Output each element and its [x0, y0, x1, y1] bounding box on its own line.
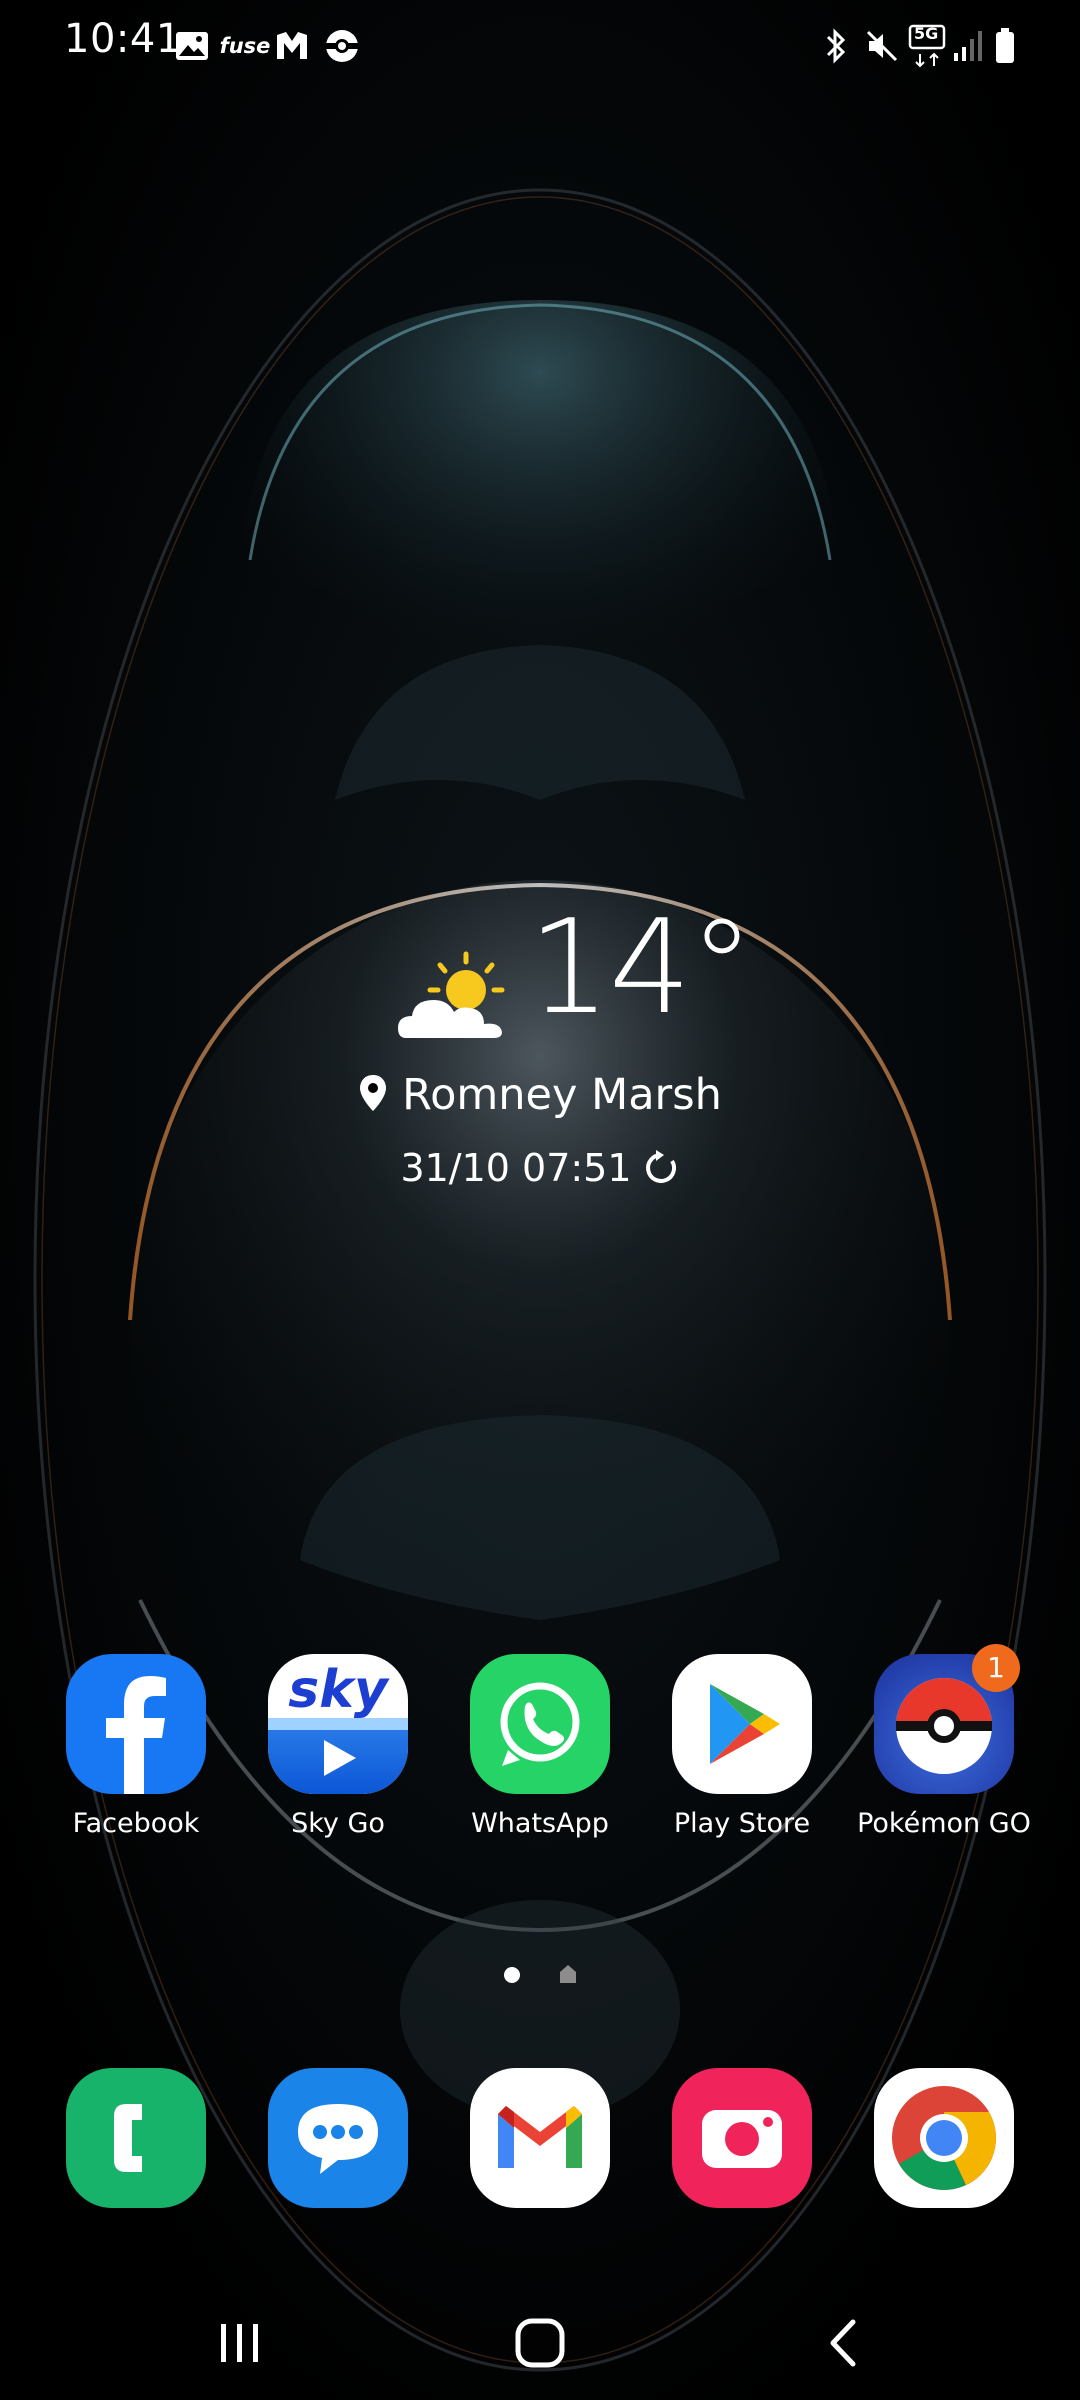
app-label: Sky Go	[291, 1808, 385, 1839]
whatsapp-icon	[470, 1654, 610, 1794]
weather-updated-row: 31/10 07:51	[0, 1146, 1080, 1190]
app-pokemon-go[interactable]: 1 Pokémon GO	[854, 1644, 1034, 1839]
app-facebook[interactable]: Facebook	[46, 1654, 226, 1839]
status-bar: 10:41 fuse 5G	[0, 0, 1080, 92]
chrome-icon	[874, 2068, 1014, 2208]
messages-icon	[268, 2068, 408, 2208]
app-play-store[interactable]: Play Store	[652, 1654, 832, 1839]
app-label: WhatsApp	[471, 1808, 609, 1839]
app-label: Pokémon GO	[857, 1808, 1031, 1839]
battery-icon	[990, 20, 1020, 72]
notification-badge: 1	[972, 1644, 1020, 1692]
pokeball-icon	[322, 20, 362, 72]
refresh-icon[interactable]	[642, 1149, 680, 1187]
gmail-icon	[470, 2068, 610, 2208]
app-label: Facebook	[72, 1808, 200, 1839]
dock-phone[interactable]	[46, 2068, 226, 2208]
5g-icon: 5G	[908, 20, 948, 72]
weather-location: Romney Marsh	[402, 1070, 722, 1120]
recents-button[interactable]	[200, 2308, 280, 2378]
status-time: 10:41	[64, 16, 182, 62]
fuse-app-icon: fuse	[219, 34, 271, 58]
page-indicator-current[interactable]	[504, 1967, 520, 1983]
dock-camera[interactable]	[652, 2068, 832, 2208]
gallery-icon	[174, 20, 210, 72]
app-label: Play Store	[673, 1808, 811, 1839]
app-whatsapp[interactable]: WhatsApp	[450, 1654, 630, 1839]
recents-icon	[221, 2324, 258, 2362]
weather-location-row: Romney Marsh	[0, 1070, 1080, 1120]
app-sky-go[interactable]: sky Sky Go	[248, 1654, 428, 1839]
play-store-icon	[672, 1654, 812, 1794]
weather-temperature: 14°	[528, 891, 754, 1043]
home-button[interactable]	[500, 2308, 580, 2378]
mute-icon	[864, 20, 900, 72]
facebook-icon	[66, 1654, 206, 1794]
camera-icon	[672, 2068, 812, 2208]
weather-updated-time: 31/10 07:51	[400, 1146, 632, 1190]
dock-gmail[interactable]	[450, 2068, 630, 2208]
signal-icon	[950, 20, 986, 72]
bluetooth-icon	[820, 20, 852, 72]
back-button[interactable]	[804, 2308, 884, 2378]
dock-chrome[interactable]	[854, 2068, 1034, 2208]
weather-widget[interactable]: 14° Romney Marsh 31/10 07:51	[0, 902, 1080, 1220]
navigation-bar	[0, 2280, 1080, 2400]
page-indicator-home-icon[interactable]	[558, 1963, 578, 1985]
dock-messages[interactable]	[248, 2068, 428, 2208]
home-icon	[515, 2318, 565, 2368]
sky-go-icon: sky	[268, 1654, 408, 1794]
network-label: 5G	[914, 24, 939, 43]
maps-m-icon	[274, 20, 310, 72]
phone-icon	[66, 2068, 206, 2208]
location-pin-icon	[360, 1075, 387, 1111]
back-icon	[830, 2319, 856, 2367]
partly-sunny-icon	[398, 951, 505, 1038]
